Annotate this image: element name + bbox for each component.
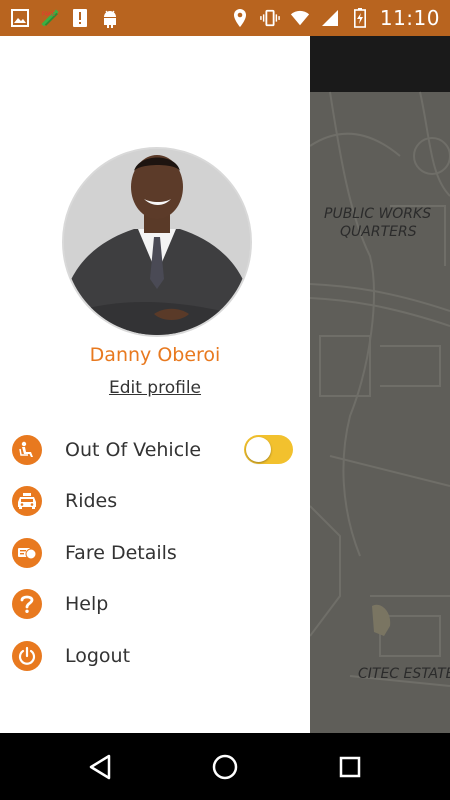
menu-label-rides: Rides [65,490,118,513]
status-bar: FAKE 11:10 [0,0,450,36]
map-label-public-works: PUBLIC WORKS [324,206,432,222]
back-icon[interactable] [84,751,116,783]
navigation-drawer: Danny Oberoi Edit profile Out Of Vehicle… [0,36,310,733]
home-icon[interactable] [209,751,241,783]
menu-label-logout: Logout [65,644,131,667]
menu-label-help: Help [65,593,109,616]
out-of-vehicle-toggle[interactable] [244,435,293,465]
map-roads [310,91,450,687]
menu-item-help[interactable]: Help [0,579,310,631]
wifi-icon [290,8,310,28]
alert-icon [70,8,90,28]
vibrate-icon [260,8,280,28]
menu-item-logout[interactable]: Logout [0,630,310,682]
recents-icon[interactable] [334,751,366,783]
fake-gps-icon: FAKE [40,8,60,28]
system-nav-bar [0,733,450,800]
map-view[interactable]: PUBLIC WORKS QUARTERS CITEC ESTATE [310,36,450,733]
clock: 11:10 [379,6,440,30]
fare-icon [12,537,42,568]
menu-item-out-of-vehicle[interactable]: Out Of Vehicle [0,424,310,476]
help-icon [12,589,42,620]
android-icon [100,8,120,28]
map-label-citec: CITEC ESTATE [358,666,450,682]
drawer-menu: Out Of Vehicle Rides Fare Details Help L… [0,424,310,682]
map-label-quarters: QUARTERS [340,224,417,240]
toggle-knob [246,437,271,463]
svg-text:FAKE: FAKE [42,11,56,17]
location-icon [230,8,250,28]
battery-icon [350,8,370,28]
edit-profile-link[interactable]: Edit profile [109,378,201,398]
power-icon [12,640,42,671]
user-name: Danny Oberoi [89,344,221,366]
image-icon [10,8,30,28]
signal-icon [320,8,340,28]
menu-label-fare-details: Fare Details [65,541,177,564]
car-icon [12,486,42,517]
menu-item-rides[interactable]: Rides [0,476,310,528]
menu-item-fare-details[interactable]: Fare Details [0,527,310,579]
seat-icon [12,434,42,465]
avatar[interactable] [62,147,252,337]
menu-label-out-of-vehicle: Out Of Vehicle [65,438,202,461]
